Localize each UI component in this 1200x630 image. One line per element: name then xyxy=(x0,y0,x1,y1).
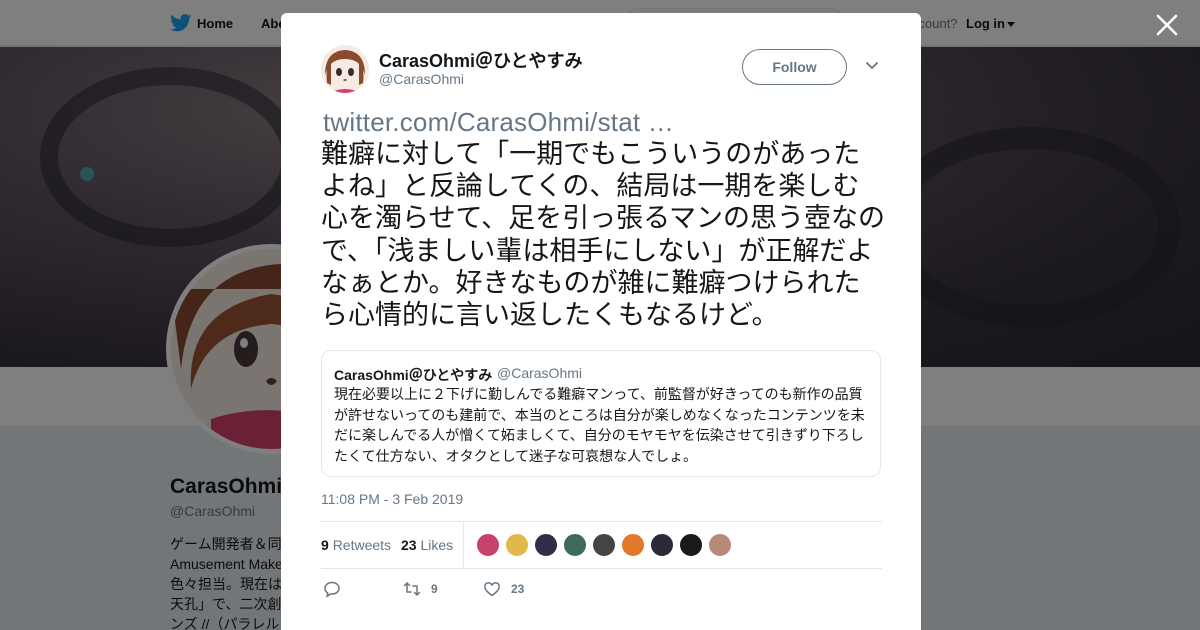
liker-avatar[interactable] xyxy=(708,533,732,557)
chevron-down-icon[interactable] xyxy=(865,61,879,71)
close-icon[interactable] xyxy=(1154,12,1180,38)
tweet-stats: 9 Retweets 23 Likes xyxy=(321,521,882,569)
like-count: 23 xyxy=(511,582,525,596)
retweet-count: 9 xyxy=(431,582,438,596)
author-avatar-illustration xyxy=(321,45,369,93)
likes-stat[interactable]: 23 Likes xyxy=(401,537,453,553)
quoted-tweet[interactable]: CarasOhmi＠ひとやすみ @CarasOhmi 現在必要以上に２下げに勤し… xyxy=(321,350,881,477)
liker-avatar[interactable] xyxy=(563,533,587,557)
author-avatar[interactable] xyxy=(321,45,369,93)
liker-avatar[interactable] xyxy=(476,533,500,557)
liker-avatar[interactable] xyxy=(679,533,703,557)
like-icon xyxy=(484,582,500,597)
liker-avatar[interactable] xyxy=(592,533,616,557)
stats-divider xyxy=(463,522,464,569)
likes-count: 23 xyxy=(401,537,417,553)
author-name[interactable]: CarasOhmi＠ひとやすみ xyxy=(379,47,583,73)
likes-label: Likes xyxy=(420,537,454,553)
quoted-tweet-text: 現在必要以上に２下げに勤しんでる難癖マンって、前監督が好きってのも新作の品質が許… xyxy=(334,387,865,465)
reply-button[interactable] xyxy=(323,579,341,599)
liker-avatar[interactable] xyxy=(650,533,674,557)
tweet-link[interactable]: twitter.com/CarasOhmi/stat … xyxy=(323,107,674,138)
liker-avatar[interactable] xyxy=(534,533,558,557)
quoted-author-name: CarasOhmi＠ひとやすみ xyxy=(334,367,493,383)
liker-avatar[interactable] xyxy=(621,533,645,557)
reply-icon xyxy=(324,581,340,598)
tweet-modal: CarasOhmi＠ひとやすみ @CarasOhmi Follow twitte… xyxy=(281,13,921,630)
tweet-actions: 9 23 xyxy=(321,579,882,603)
tweet-text: 難癖に対して「一期でもこういうのがあったよね」と反論してくの、結局は一期を楽しむ… xyxy=(321,139,886,332)
author-handle[interactable]: @CarasOhmi xyxy=(379,71,464,87)
retweets-label: Retweets xyxy=(332,537,392,553)
retweets-stat[interactable]: 9 Retweets xyxy=(321,537,391,553)
retweet-icon xyxy=(403,582,421,596)
quoted-author-handle: @CarasOhmi xyxy=(497,365,583,381)
tweet-timestamp[interactable]: 11:08 PM - 3 Feb 2019 xyxy=(321,491,463,507)
liker-avatar[interactable] xyxy=(505,533,529,557)
retweet-button[interactable]: 9 xyxy=(403,579,438,599)
retweets-count: 9 xyxy=(321,537,329,553)
follow-button[interactable]: Follow xyxy=(742,49,847,85)
like-button[interactable]: 23 xyxy=(483,579,524,599)
